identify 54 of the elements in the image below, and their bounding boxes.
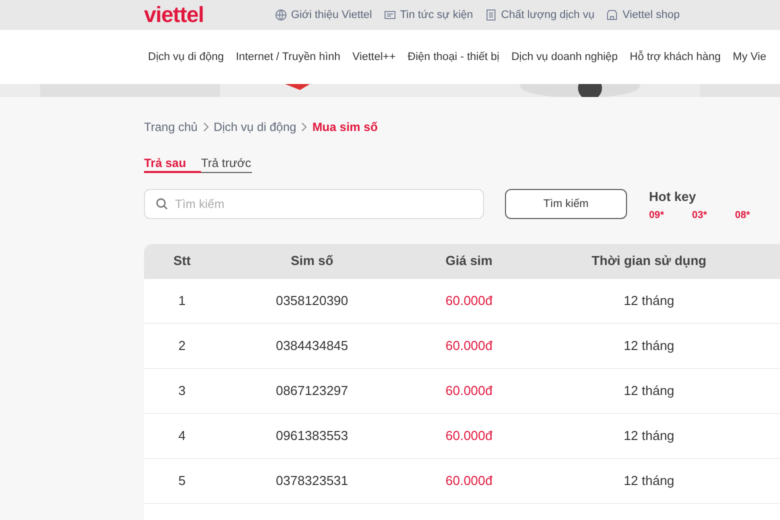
table-cell-text: 12 tháng	[622, 292, 676, 310]
table-cell-text: 0961383553	[274, 426, 350, 445]
table-cell-text: 3	[177, 382, 187, 400]
breadcrumb-link[interactable]: Dịch vụ di động	[214, 118, 296, 136]
table-cell-text: 60.000đ	[444, 292, 494, 310]
table-cell-text: 60.000đ	[444, 426, 494, 445]
nav-item[interactable]: Hỗ trợ khách hàng	[630, 48, 721, 66]
column-header: Stt	[172, 252, 192, 270]
hot-key-link[interactable]: 03*	[692, 208, 708, 222]
table-cell-text: 60.000đ	[444, 472, 494, 490]
nav-item[interactable]: Điện thoại - thiết bị	[408, 48, 500, 66]
table-cell-text: 5	[177, 472, 187, 490]
hot-key-link[interactable]: 09*	[649, 208, 664, 222]
hot-key-link[interactable]: 08*	[735, 208, 750, 222]
table-cell-text: 4	[177, 426, 187, 445]
header-link[interactable]: Giới thiệu Viettel	[275, 6, 372, 24]
table-cell-text: 1	[177, 292, 187, 310]
header-link[interactable]: Chất lượng dịch vụ	[485, 6, 594, 24]
breadcrumb-link[interactable]: Mua sim số	[312, 118, 378, 136]
table-cell-text: 0867123297	[274, 382, 350, 400]
table-cell-text: 2	[177, 336, 187, 355]
nav-item[interactable]: Viettel++	[352, 48, 396, 66]
breadcrumb-link[interactable]: Trang chủ	[144, 118, 198, 136]
table-cell-text: 60.000đ	[444, 336, 494, 355]
chevron-icon	[300, 122, 308, 132]
tab[interactable]: Trả trước	[201, 155, 252, 173]
nav-item[interactable]: My Vie	[732, 48, 766, 66]
tab[interactable]: Trả sau	[144, 155, 202, 173]
hot-key-title: Hot key	[649, 188, 697, 206]
store-icon	[606, 9, 618, 21]
header-link[interactable]: Tin tức sự kiện	[384, 6, 474, 24]
newspaper-icon	[384, 9, 396, 21]
table-cell-text: 12 tháng	[622, 336, 676, 355]
table-cell-text: 0358120390	[274, 292, 350, 310]
table-cell-text: 12 tháng	[622, 382, 676, 400]
search-button[interactable]: Tìm kiếm	[505, 189, 627, 219]
chevron-icon	[202, 122, 210, 132]
column-header: Sim số	[290, 252, 334, 270]
column-header: Giá sim	[444, 252, 494, 270]
nav-item[interactable]: Dịch vụ di động	[148, 48, 224, 66]
document-icon	[485, 9, 498, 21]
table-cell-text: 12 tháng	[622, 426, 676, 445]
table-cell-text: 12 tháng	[622, 472, 676, 490]
nav-item[interactable]: Dịch vụ doanh nghiệp	[511, 48, 618, 66]
column-header: Thời gian sử dụng	[590, 252, 708, 270]
table-cell-text: 60.000đ	[444, 382, 494, 400]
nav-item[interactable]: Internet / Truyền hình	[236, 48, 340, 66]
table-cell-text: 0384434845	[274, 336, 350, 355]
search-field[interactable]: Tìm kiếm	[144, 189, 484, 219]
search-icon	[156, 198, 168, 210]
logo[interactable]: viettel	[144, 4, 275, 26]
header-link[interactable]: Viettel shop	[606, 6, 680, 24]
globe-icon	[275, 9, 287, 21]
table-cell-text: 0378323531	[274, 472, 350, 490]
